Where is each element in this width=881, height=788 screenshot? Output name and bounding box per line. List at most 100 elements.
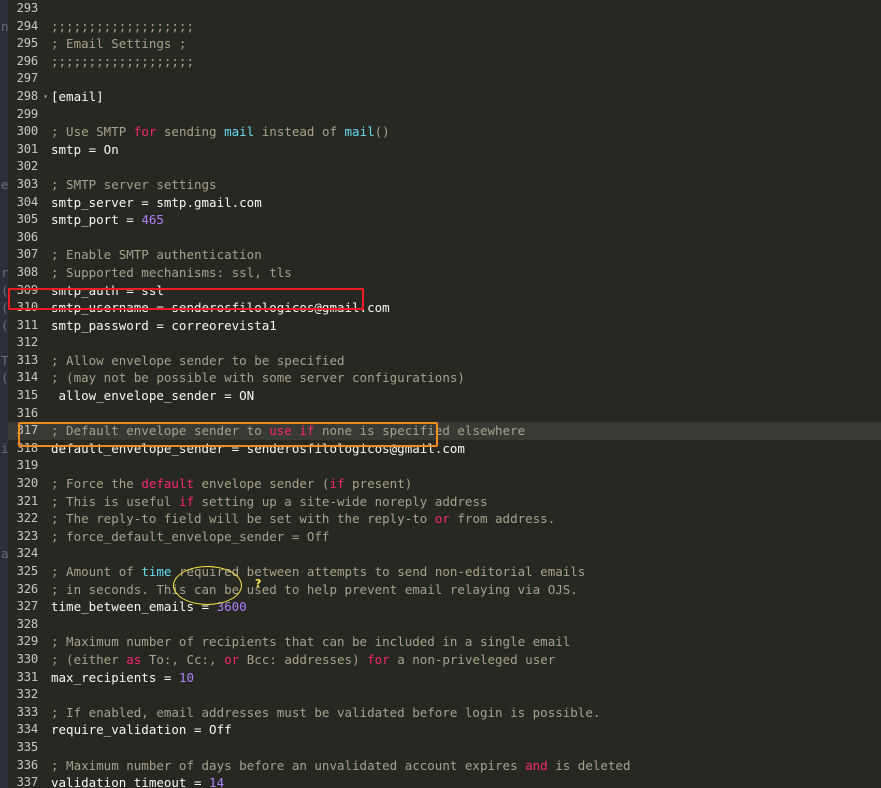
code-line[interactable]: 308 ; Supported mechanisms: ssl, tls <box>8 264 881 282</box>
code-line[interactable]: 309 smtp_auth = ssl <box>8 282 881 300</box>
line-number: 300 <box>16 124 39 139</box>
code-line-text: ; The reply-to field will be set with th… <box>51 510 881 528</box>
code-lines-container[interactable]: 293 294;;;;;;;;;;;;;;;;;;; 295; Email Sett… <box>8 0 881 788</box>
code-line[interactable]: 294;;;;;;;;;;;;;;;;;;; <box>8 18 881 36</box>
sliver-char <box>0 422 8 440</box>
sliver-char: e <box>1 176 8 192</box>
line-number: 317 <box>16 423 39 438</box>
token-cm: sending <box>156 124 225 140</box>
code-line[interactable]: 335 <box>8 739 881 757</box>
sliver-char <box>0 457 8 475</box>
token-cm: ; Maximum number of recipients that can … <box>51 634 571 650</box>
code-line[interactable]: 319 <box>8 457 881 475</box>
code-line[interactable]: 312 <box>8 334 881 352</box>
code-line[interactable]: 297 <box>8 70 881 88</box>
code-line-text: smtp_username = senderosfilologicos@gmai… <box>51 299 881 317</box>
code-line[interactable]: 306 <box>8 229 881 247</box>
token-pl: [email] <box>51 88 104 104</box>
code-line[interactable]: 330 ; (either as To:, Cc:, or Bcc: addres… <box>8 651 881 669</box>
code-line[interactable]: 307 ; Enable SMTP authentication <box>8 246 881 264</box>
code-line[interactable]: 300 ; Use SMTP for sending mail instead o… <box>8 123 881 141</box>
line-number: 325 <box>16 564 39 578</box>
code-line-text: ; Allow envelope sender to be specified <box>51 352 881 370</box>
code-line-text: ; Use SMTP for sending mail instead of m… <box>51 123 881 141</box>
code-line[interactable]: 299 <box>8 106 881 124</box>
token-kw: default <box>141 476 194 492</box>
line-number: 296 <box>16 53 39 68</box>
token-cm: from address. <box>449 511 556 527</box>
token-kw: for <box>133 124 157 140</box>
token-pl: smtp_server = smtp.gmail.com <box>51 194 262 210</box>
line-number: 318 <box>16 440 39 455</box>
code-line[interactable]: 305 smtp_port = 465 <box>8 211 881 229</box>
line-number: 306 <box>16 229 39 244</box>
code-line[interactable]: 316 <box>8 405 881 423</box>
code-line[interactable]: 327 time_between_emails = 3600 <box>8 598 881 616</box>
token-num: 3600 <box>216 599 247 615</box>
code-line[interactable]: 329 ; Maximum number of recipients that c… <box>8 633 881 651</box>
scrolled-content-sliver: n e r(((T(i a <box>0 0 8 788</box>
code-line[interactable]: 296;;;;;;;;;;;;;;;;;;; <box>8 53 881 71</box>
code-line[interactable]: 337 validation_timeout = 14 <box>8 774 881 788</box>
code-line-text: ; (either as To:, Cc:, or Bcc: addresses… <box>51 651 881 669</box>
code-line[interactable]: 324 <box>8 545 881 563</box>
code-line[interactable]: 317 ; Default envelope sender to use if n… <box>8 422 881 440</box>
token-pl: smtp_password = correorevista1 <box>51 317 277 333</box>
code-line[interactable]: 336 ; Maximum number of days before an un… <box>8 757 881 775</box>
token-pl: validation_timeout = <box>51 775 210 788</box>
code-line[interactable]: 315 allow_envelope_sender = ON <box>8 387 881 405</box>
code-editor[interactable]: n e r(((T(i a 293 294;;;;;;;;;;;;;;;;;;; 295;… <box>0 0 881 788</box>
token-cm: ; Enable SMTP authentication <box>51 247 262 263</box>
code-line[interactable]: 295 ; Email Settings ; <box>8 35 881 53</box>
code-line-text: smtp_password = correorevista1 <box>51 317 881 335</box>
code-line[interactable]: 328 <box>8 616 881 634</box>
code-line-text: ; Default envelope sender to use if none… <box>51 422 881 440</box>
code-line[interactable]: 302 <box>8 158 881 176</box>
code-line[interactable]: 298 ▾ [email] <box>8 88 881 106</box>
code-line[interactable]: 313 ; Allow envelope sender to be specifi… <box>8 352 881 370</box>
line-number: 331 <box>16 669 39 684</box>
code-line-text: ;;;;;;;;;;;;;;;;;;; <box>51 18 881 36</box>
code-line-text: ; This is useful if setting up a site-wi… <box>51 493 881 511</box>
sliver-char <box>0 669 8 687</box>
code-line[interactable]: 325 ; Amount of time required between att… <box>8 563 881 581</box>
token-id: mail <box>224 124 255 140</box>
code-line[interactable]: 332 <box>8 686 881 704</box>
token-cm: present) <box>344 476 413 492</box>
sliver-char <box>0 70 8 88</box>
code-line[interactable]: 323 ; force_default_envelope_sender = Off <box>8 528 881 546</box>
code-line[interactable]: 322 ; The reply-to field will be set with… <box>8 510 881 528</box>
code-line[interactable]: 304 smtp_server = smtp.gmail.com <box>8 194 881 212</box>
code-line[interactable]: 301 smtp = On <box>8 141 881 159</box>
line-number: 298 <box>16 88 39 103</box>
code-line[interactable]: 333 ; If enabled, email addresses must be… <box>8 704 881 722</box>
token-kw: use <box>269 423 292 439</box>
code-line[interactable]: 303 ; SMTP server settings <box>8 176 881 194</box>
code-line-text: smtp = On <box>51 141 881 159</box>
sliver-char <box>0 334 8 352</box>
fold-arrow-icon[interactable]: ▾ <box>41 88 50 106</box>
token-cm: ; If enabled, email addresses must be va… <box>51 704 601 720</box>
code-line[interactable]: 326 ; in seconds. This can be used to hel… <box>8 581 881 599</box>
token-kw: if <box>329 476 345 492</box>
code-line[interactable]: 293 <box>8 0 881 18</box>
code-line[interactable]: 331 max_recipients = 10 <box>8 669 881 687</box>
sliver-char: ( <box>1 282 8 298</box>
token-pl: smtp_auth = ssl <box>51 282 164 298</box>
sliver-char <box>0 35 8 53</box>
code-line[interactable]: 318 default_envelope_sender = senderosfil… <box>8 440 881 458</box>
sliver-char <box>0 475 8 493</box>
line-number: 316 <box>16 405 39 420</box>
code-line[interactable]: 314 ; (may not be possible with some serv… <box>8 369 881 387</box>
code-line[interactable]: 320 ; Force the default envelope sender (… <box>8 475 881 493</box>
code-line[interactable]: 310 smtp_username = senderosfilologicos@g… <box>8 299 881 317</box>
code-line-text: require_validation = Off <box>51 721 881 739</box>
token-num: 10 <box>178 669 194 685</box>
code-line[interactable]: 334 require_validation = Off <box>8 721 881 739</box>
code-line-text: [email] <box>51 88 881 106</box>
line-number: 304 <box>16 194 39 209</box>
code-line[interactable]: 321 ; This is useful if setting up a site… <box>8 493 881 511</box>
line-number: 312 <box>16 335 39 350</box>
code-line[interactable]: 311 smtp_password = correorevista1 <box>8 317 881 335</box>
sliver-char <box>0 651 8 669</box>
